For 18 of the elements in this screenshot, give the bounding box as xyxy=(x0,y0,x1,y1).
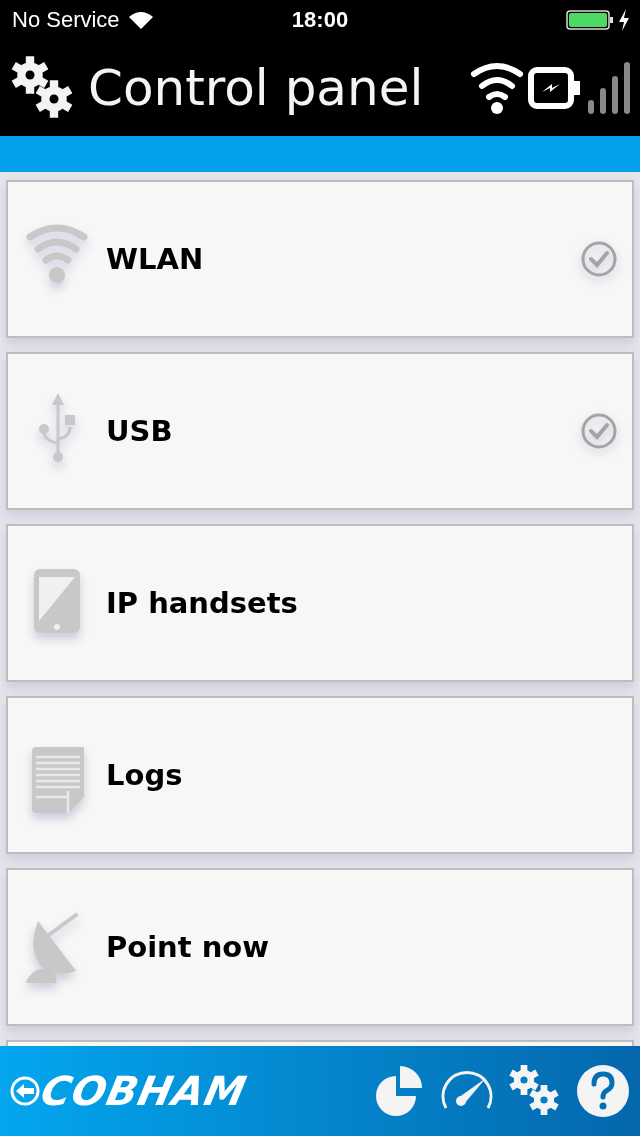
wifi-icon xyxy=(470,60,524,116)
clock-time: 18:00 xyxy=(291,7,349,32)
page-title: Control panel xyxy=(88,59,424,117)
carrier-name: No Service xyxy=(12,7,120,33)
help-icon[interactable] xyxy=(576,1064,630,1118)
battery-charging-icon xyxy=(528,64,582,112)
battery-icon xyxy=(566,9,614,31)
menu-item[interactable]: WLAN xyxy=(6,180,634,338)
settings-icon[interactable] xyxy=(508,1064,562,1118)
menu-item[interactable]: Logs xyxy=(6,696,634,854)
menu-item[interactable]: Point now xyxy=(6,868,634,1026)
wifi-signal-icon xyxy=(127,10,154,30)
brand-logo: COBHAM xyxy=(37,1068,251,1114)
back-icon[interactable] xyxy=(10,1076,40,1106)
signal-bars-icon xyxy=(586,60,632,116)
menu-item[interactable]: USB xyxy=(6,352,634,510)
charging-icon xyxy=(618,9,630,31)
menu-item[interactable]: IP handsets xyxy=(6,524,634,682)
